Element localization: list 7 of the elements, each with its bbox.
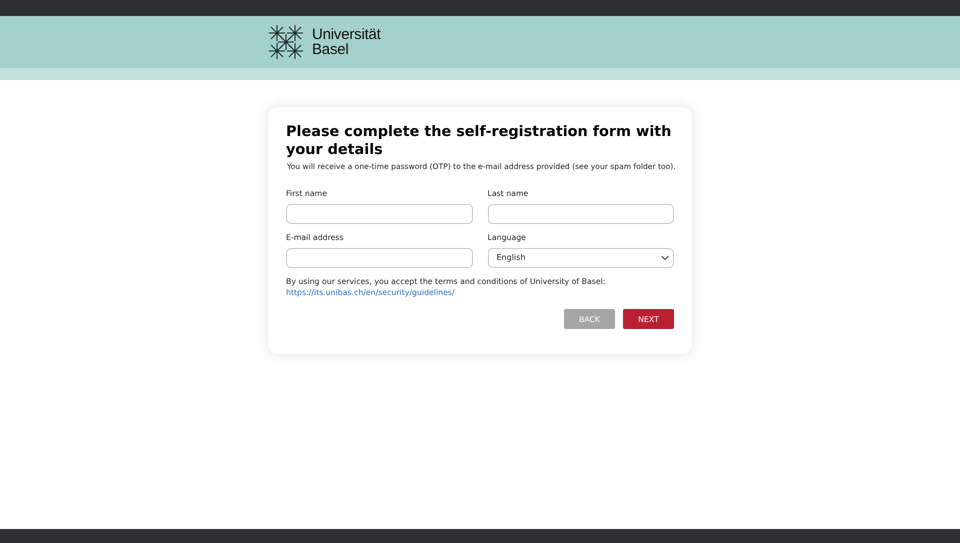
logo-icon	[268, 24, 304, 60]
input-field[interactable]	[488, 204, 674, 224]
input-field[interactable]	[286, 248, 472, 268]
input-field[interactable]	[286, 204, 472, 224]
logo-text: Universität Basel	[312, 27, 381, 57]
language-select[interactable]: English	[488, 248, 674, 268]
form-title: Please complete the self-registration form with your details	[286, 123, 672, 159]
